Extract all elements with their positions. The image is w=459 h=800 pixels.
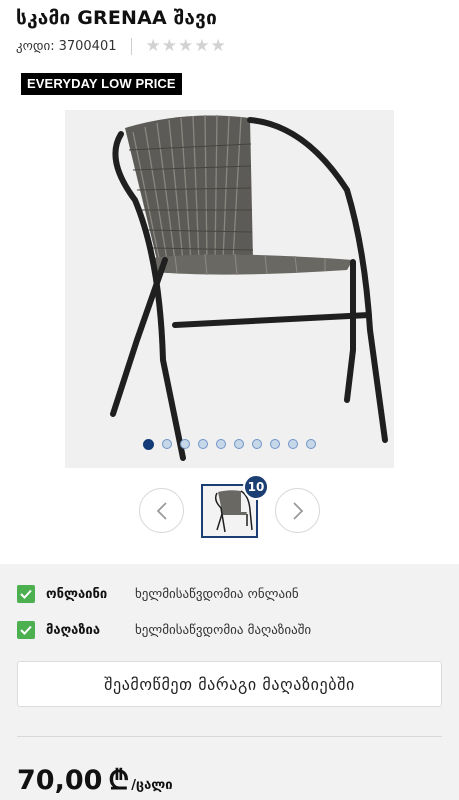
price-value: 70,00	[17, 765, 103, 796]
star-icon: ★	[194, 35, 210, 56]
carousel-dot[interactable]	[180, 439, 190, 449]
price-unit: /ცალი	[131, 778, 173, 793]
carousel-dot[interactable]	[216, 439, 226, 449]
product-code-value: 3700401	[58, 38, 117, 54]
rating-stars[interactable]: ★ ★ ★ ★ ★	[145, 35, 226, 56]
availability-status: ხელმისაწვდომია მაღაზიაში	[135, 622, 312, 638]
chevron-right-icon	[292, 501, 303, 520]
checkmark-icon	[17, 621, 35, 639]
carousel-dot[interactable]	[234, 439, 244, 449]
divider	[17, 736, 442, 737]
everyday-low-price-badge: EVERYDAY LOW PRICE	[21, 73, 182, 95]
carousel-dot[interactable]	[288, 439, 298, 449]
check-stock-in-stores-button[interactable]: შეამოწმეთ მარაგი მაღაზიებში	[17, 661, 442, 707]
carousel-dot[interactable]	[270, 439, 280, 449]
price: 70,00 ₾ /ცალი	[17, 760, 173, 797]
chevron-left-icon	[156, 501, 167, 520]
availability-online-row: ონლაინი ხელმისაწვდომია ონლაინ	[17, 584, 299, 604]
availability-status: ხელმისაწვდომია ონლაინ	[135, 586, 299, 602]
availability-label: მაღაზია	[46, 622, 101, 638]
next-image-button[interactable]	[275, 488, 320, 533]
star-icon: ★	[178, 35, 194, 56]
star-icon: ★	[161, 35, 177, 56]
thumbnail-gallery	[0, 484, 459, 538]
product-code-label: კოდი:	[16, 38, 55, 54]
price-currency: ₾	[108, 765, 130, 796]
star-icon: ★	[210, 35, 226, 56]
product-title: სკამი GRENAA შავი	[16, 7, 217, 29]
product-image[interactable]	[65, 110, 394, 468]
availability-store-row: მაღაზია ხელმისაწვდომია მაღაზიაში	[17, 620, 311, 640]
availability-label: ონლაინი	[46, 586, 108, 602]
star-icon: ★	[145, 35, 161, 56]
chair-illustration	[110, 114, 388, 461]
carousel-dot[interactable]	[143, 439, 154, 450]
carousel-dots	[65, 439, 394, 450]
carousel-dot[interactable]	[162, 439, 172, 449]
carousel-dot[interactable]	[198, 439, 208, 449]
image-count-badge: 10	[243, 474, 269, 500]
product-code-row: კოდი: 3700401 ★ ★ ★ ★ ★	[16, 37, 226, 55]
previous-image-button[interactable]	[139, 488, 184, 533]
carousel-dot[interactable]	[306, 439, 316, 449]
divider	[130, 37, 132, 55]
checkmark-icon	[17, 585, 35, 603]
carousel-dot[interactable]	[252, 439, 262, 449]
